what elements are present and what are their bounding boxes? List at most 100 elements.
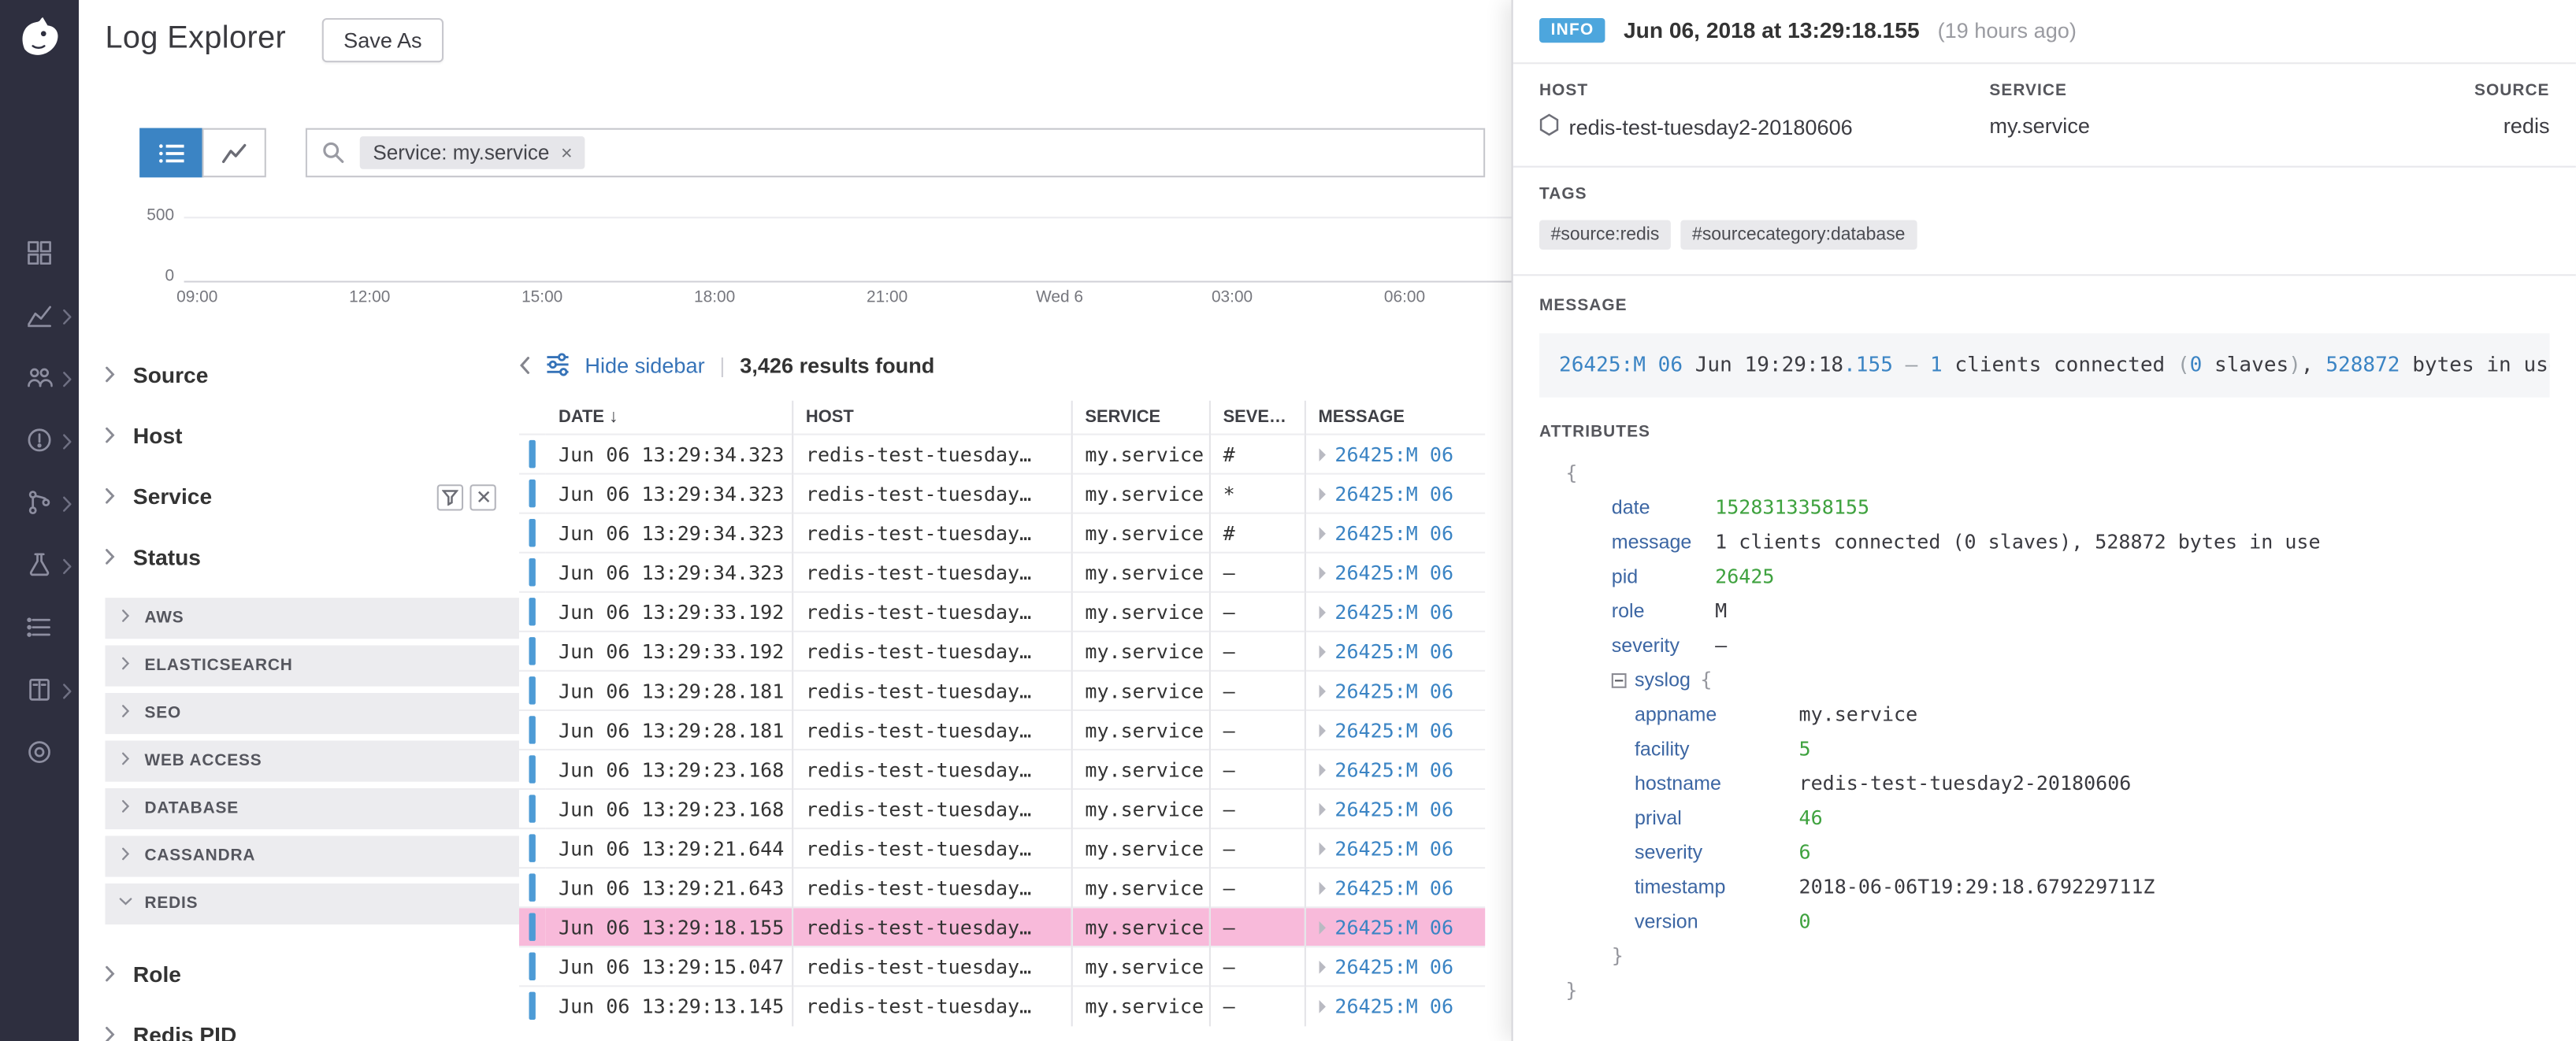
attribute-row[interactable]: version0 [1539,905,2550,939]
tag-chip[interactable]: #source:redis [1539,220,1671,250]
attribute-row[interactable]: severity6 [1539,835,2550,870]
facet-group-seo[interactable]: SEO [105,693,519,734]
column-header-seve[interactable]: SEVE… [1209,401,1305,435]
log-host-cell[interactable]: redis-test-tuesday… [792,553,1071,592]
log-host-cell[interactable]: redis-test-tuesday… [792,592,1071,632]
log-message-cell[interactable]: 26425:M 06 [1305,828,1485,868]
facet-group-aws[interactable]: AWS [105,598,519,639]
log-row[interactable]: Jun 06 13:29:18.155redis-test-tuesday…my… [519,907,1485,947]
graph-view-button[interactable] [202,128,266,178]
apm-nav-item[interactable] [0,483,79,528]
chip-remove-icon[interactable]: × [561,141,573,164]
log-message-cell[interactable]: 26425:M 06 [1305,789,1485,828]
log-date-cell[interactable]: Jun 06 13:29:34.323 [545,474,792,513]
attribute-row[interactable]: prival46 [1539,801,2550,835]
column-header-service[interactable]: SERVICE [1071,401,1209,435]
log-date-cell[interactable]: Jun 06 13:29:28.181 [545,671,792,710]
facet-group-database[interactable]: DATABASE [105,788,519,829]
facet-group-elasticsearch[interactable]: ELASTICSEARCH [105,646,519,687]
log-date-cell[interactable]: Jun 06 13:29:13.145 [545,986,792,1025]
log-date-cell[interactable]: Jun 06 13:29:23.168 [545,789,792,828]
attribute-row[interactable]: appnamemy.service [1539,698,2550,732]
log-date-cell[interactable]: Jun 06 13:29:28.181 [545,710,792,750]
log-row[interactable]: Jun 06 13:29:33.192redis-test-tuesday…my… [519,632,1485,671]
log-severity-cell[interactable]: – [1209,592,1305,632]
log-message-cell[interactable]: 26425:M 06 [1305,907,1485,947]
log-host-cell[interactable]: redis-test-tuesday… [792,868,1071,907]
host-value[interactable]: redis-test-tuesday2-20180606 [1569,115,1853,139]
log-service-cell[interactable]: my.service [1071,632,1209,671]
facet-role[interactable]: Role [105,944,519,1005]
expand-caret-icon[interactable] [1319,605,1325,618]
expand-caret-icon[interactable] [1319,960,1325,973]
log-message-cell[interactable]: 26425:M 06 [1305,710,1485,750]
log-severity-cell[interactable]: – [1209,907,1305,947]
logs-nav-item[interactable] [0,670,79,716]
log-host-cell[interactable]: redis-test-tuesday… [792,513,1071,553]
log-message-cell[interactable]: 26425:M 06 [1305,947,1485,986]
log-date-cell[interactable]: Jun 06 13:29:23.168 [545,750,792,789]
facet-host[interactable]: Host [105,406,519,466]
expand-caret-icon[interactable] [1319,447,1325,461]
log-severity-cell[interactable]: – [1209,553,1305,592]
log-host-cell[interactable]: redis-test-tuesday… [792,474,1071,513]
save-as-button[interactable]: Save As [322,17,444,61]
log-service-cell[interactable]: my.service [1071,592,1209,632]
expand-caret-icon[interactable] [1319,526,1325,539]
expand-caret-icon[interactable] [1319,921,1325,934]
search-filter-chip[interactable]: Service: my.service × [360,136,586,169]
log-severity-cell[interactable]: – [1209,868,1305,907]
facet-group-web-access[interactable]: WEB ACCESS [105,741,519,782]
column-header-host[interactable]: HOST [792,401,1071,435]
log-service-cell[interactable]: my.service [1071,828,1209,868]
log-row[interactable]: Jun 06 13:29:15.047redis-test-tuesday…my… [519,947,1485,986]
log-date-cell[interactable]: Jun 06 13:29:34.323 [545,553,792,592]
log-severity-cell[interactable]: – [1209,789,1305,828]
log-service-cell[interactable]: my.service [1071,907,1209,947]
log-severity-cell[interactable]: – [1209,750,1305,789]
collapse-sidebar-icon[interactable] [519,355,531,373]
log-severity-cell[interactable]: # [1209,513,1305,553]
facet-redis-pid[interactable]: Redis PID [105,1005,519,1041]
log-host-cell[interactable]: redis-test-tuesday… [792,750,1071,789]
expand-caret-icon[interactable] [1319,802,1325,816]
attribute-row[interactable]: { [1539,456,2550,491]
message-block[interactable]: 26425:M 06 Jun 19:29:18.155 – 1 clients … [1539,333,2550,397]
column-header-message[interactable]: MESSAGE [1305,401,1485,435]
collapse-icon[interactable] [1612,672,1627,687]
attribute-row[interactable]: roleM [1539,594,2550,628]
log-date-cell[interactable]: Jun 06 13:29:34.323 [545,435,792,474]
log-date-cell[interactable]: Jun 06 13:29:33.192 [545,592,792,632]
log-row[interactable]: Jun 06 13:29:21.643redis-test-tuesday…my… [519,868,1485,907]
expand-caret-icon[interactable] [1319,487,1325,500]
hostmap-nav-item[interactable] [0,358,79,404]
integrations-nav-item[interactable] [0,545,79,591]
attribute-row[interactable]: pid26425 [1539,560,2550,595]
log-service-cell[interactable]: my.service [1071,789,1209,828]
log-service-cell[interactable]: my.service [1071,553,1209,592]
log-message-cell[interactable]: 26425:M 06 [1305,553,1485,592]
log-host-cell[interactable]: redis-test-tuesday… [792,710,1071,750]
log-message-cell[interactable]: 26425:M 06 [1305,474,1485,513]
log-date-cell[interactable]: Jun 06 13:29:21.644 [545,828,792,868]
log-severity-cell[interactable]: – [1209,986,1305,1025]
expand-caret-icon[interactable] [1319,684,1325,698]
facet-service[interactable]: Service [105,466,519,527]
log-service-cell[interactable]: my.service [1071,710,1209,750]
log-message-cell[interactable]: 26425:M 06 [1305,671,1485,710]
log-severity-cell[interactable]: – [1209,671,1305,710]
log-severity-cell[interactable]: – [1209,947,1305,986]
attribute-row[interactable]: } [1539,973,2550,1008]
log-message-cell[interactable]: 26425:M 06 [1305,632,1485,671]
attribute-row[interactable]: hostnameredis-test-tuesday2-20180606 [1539,766,2550,801]
facet-status[interactable]: Status [105,527,519,587]
log-severity-cell[interactable]: – [1209,828,1305,868]
facet-group-cassandra[interactable]: CASSANDRA [105,835,519,876]
tag-chip[interactable]: #sourcecategory:database [1680,220,1917,250]
log-date-cell[interactable]: Jun 06 13:29:15.047 [545,947,792,986]
log-host-cell[interactable]: redis-test-tuesday… [792,789,1071,828]
log-row[interactable]: Jun 06 13:29:23.168redis-test-tuesday…my… [519,750,1485,789]
facet-filter-icon[interactable] [437,483,463,509]
monitors-nav-item[interactable] [0,420,79,466]
log-row[interactable]: Jun 06 13:29:34.323redis-test-tuesday…my… [519,474,1485,513]
